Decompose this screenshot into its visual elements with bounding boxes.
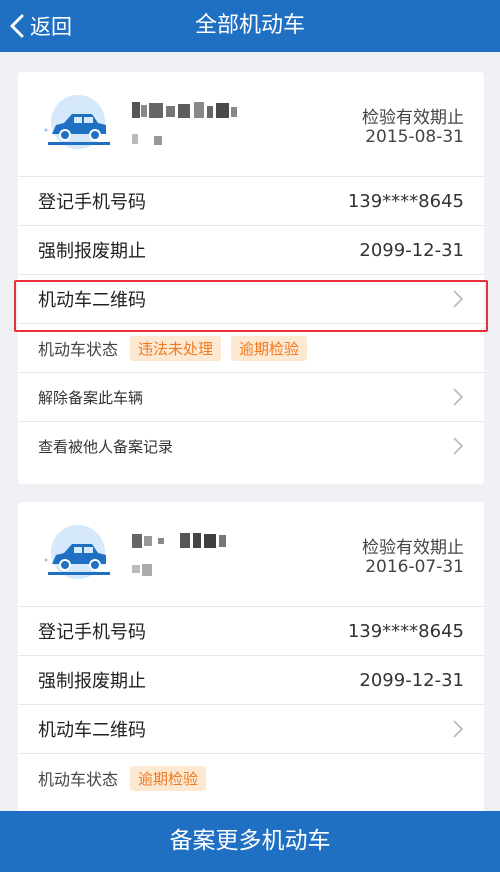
status-badge: 逾期检验 bbox=[231, 335, 308, 361]
vehicle-header: 检验有效期止 2016-07-31 bbox=[18, 502, 484, 606]
phone-row: 登记手机号码 139****8645 bbox=[18, 606, 484, 655]
chevron-right-icon bbox=[453, 290, 464, 308]
chevron-right-icon bbox=[453, 720, 464, 738]
status-label: 机动车状态 bbox=[38, 770, 119, 789]
qr-code-row[interactable]: 机动车二维码 bbox=[18, 274, 484, 323]
status-badge: 逾期检验 bbox=[130, 765, 207, 791]
inspection-label: 检验有效期止 bbox=[362, 538, 464, 558]
back-label: 返回 bbox=[30, 15, 72, 39]
status-label: 机动车状态 bbox=[38, 340, 119, 359]
chevron-right-icon bbox=[453, 388, 464, 406]
phone-label: 登记手机号码 bbox=[38, 622, 146, 643]
vehicle-subinfo-redacted bbox=[132, 564, 152, 576]
scrap-date-label: 强制报废期止 bbox=[38, 241, 146, 262]
vehicle-card: 检验有效期止 2015-08-31 登记手机号码 139****8645 强制报… bbox=[18, 72, 484, 484]
add-vehicle-button[interactable]: 备案更多机动车 bbox=[0, 811, 500, 872]
status-badge: 违法未处理 bbox=[130, 335, 222, 361]
qr-code-row[interactable]: 机动车二维码 bbox=[18, 704, 484, 753]
scrap-date-value: 2099-12-31 bbox=[359, 239, 464, 261]
navigation-bar: 返回 全部机动车 bbox=[0, 0, 500, 52]
vehicle-header: 检验有效期止 2015-08-31 bbox=[18, 72, 484, 176]
scrap-date-value: 2099-12-31 bbox=[359, 669, 464, 691]
status-row: 机动车状态 违法未处理 逾期检验 bbox=[18, 323, 484, 372]
inspection-date: 2016-07-31 bbox=[365, 557, 464, 577]
scrap-date-row: 强制报废期止 2099-12-31 bbox=[18, 655, 484, 704]
license-plate-redacted bbox=[132, 533, 226, 548]
back-button[interactable]: 返回 bbox=[8, 0, 72, 52]
status-row: 机动车状态 逾期检验 bbox=[18, 753, 484, 802]
phone-value: 139****8645 bbox=[347, 620, 464, 642]
phone-row: 登记手机号码 139****8645 bbox=[18, 176, 484, 225]
vehicle-card: 检验有效期止 2016-07-31 登记手机号码 139****8645 强制报… bbox=[18, 502, 484, 812]
phone-label: 登记手机号码 bbox=[38, 192, 146, 213]
license-plate-redacted bbox=[132, 102, 237, 118]
car-icon bbox=[44, 525, 110, 579]
scrap-date-row: 强制报废期止 2099-12-31 bbox=[18, 225, 484, 274]
filing-records-label: 查看被他人备案记录 bbox=[38, 437, 174, 456]
filing-records-row[interactable]: 查看被他人备案记录 bbox=[18, 421, 484, 470]
unbind-vehicle-label: 解除备案此车辆 bbox=[38, 388, 144, 407]
vehicle-subinfo-redacted bbox=[132, 134, 162, 145]
qr-code-label: 机动车二维码 bbox=[38, 290, 146, 311]
car-icon bbox=[44, 95, 110, 149]
unbind-vehicle-row[interactable]: 解除备案此车辆 bbox=[18, 372, 484, 421]
page-title: 全部机动车 bbox=[194, 13, 305, 38]
chevron-left-icon bbox=[10, 14, 24, 38]
phone-value: 139****8645 bbox=[347, 190, 464, 212]
inspection-date: 2015-08-31 bbox=[365, 127, 464, 147]
scrap-date-label: 强制报废期止 bbox=[38, 671, 146, 692]
inspection-label: 检验有效期止 bbox=[362, 108, 464, 128]
qr-code-label: 机动车二维码 bbox=[38, 720, 146, 741]
chevron-right-icon bbox=[453, 437, 464, 455]
